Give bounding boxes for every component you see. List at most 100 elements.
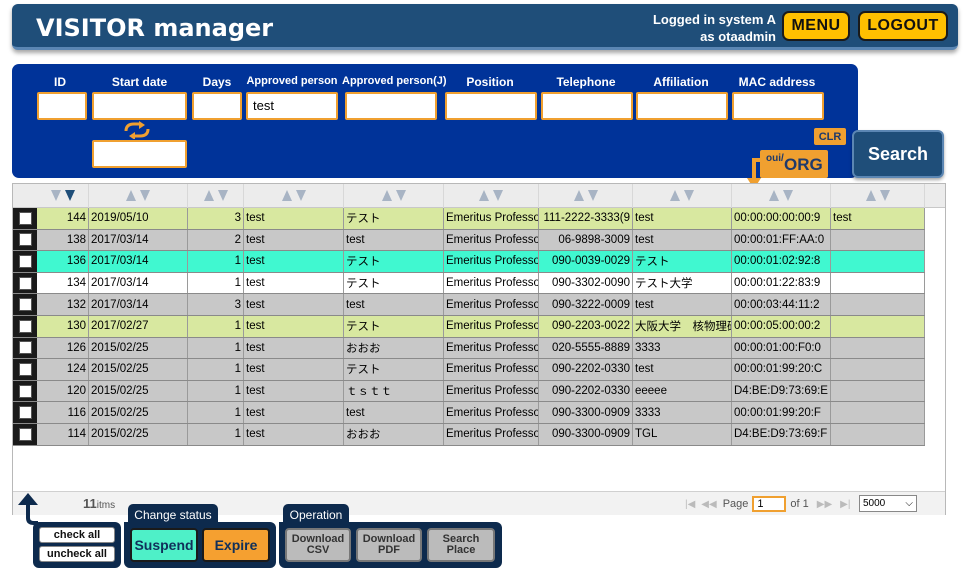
cell-id: 116 [37, 402, 89, 423]
cell-mac-address: D4:BE:D9:73:69:E [732, 380, 831, 402]
filter-label-start-date: Start date [111, 75, 168, 89]
table-row[interactable]: 124 2015/02/25 1 test テスト Emeritus Profe… [13, 359, 925, 381]
table-row[interactable]: 132 2017/03/14 3 test test Emeritus Prof… [13, 294, 925, 316]
page-input[interactable] [752, 496, 787, 512]
cell-approved-person-j: test [344, 294, 444, 315]
cell-days: 1 [188, 359, 244, 380]
app-header: VISITOR manager Logged in system A as ot… [12, 4, 958, 50]
prev-page-icon[interactable]: ◀◀ [701, 499, 716, 510]
cell-id: 124 [37, 359, 89, 380]
days-input[interactable] [192, 92, 242, 120]
id-input[interactable] [37, 92, 87, 120]
pager: |◀ ◀◀ Page of 1 ▶▶ ▶| [685, 496, 850, 512]
row-checkbox[interactable] [18, 341, 32, 355]
filter-label-approved-person: Approved person [246, 75, 338, 87]
cell-approved-person: test [244, 272, 344, 294]
visitor-table: 144 2019/05/10 3 test テスト Emeritus Profe… [12, 183, 946, 515]
table-row[interactable]: 138 2017/03/14 2 test test Emeritus Prof… [13, 229, 925, 252]
table-row[interactable]: 120 2015/02/25 1 test ｔｓｔｔ Emeritus Prof… [13, 380, 925, 403]
cell-telephone: 090-0039-0029 [539, 251, 633, 272]
cell-days: 1 [188, 402, 244, 423]
row-checkbox[interactable] [18, 406, 32, 420]
cell-approved-person: test [244, 380, 344, 402]
position-input[interactable] [445, 92, 537, 120]
table-row[interactable]: 144 2019/05/10 3 test テスト Emeritus Profe… [13, 208, 925, 230]
end-date-input[interactable] [92, 140, 187, 168]
expire-button[interactable]: Expire [202, 528, 270, 562]
sort-days[interactable] [188, 184, 244, 208]
affiliation-input[interactable] [636, 92, 728, 120]
download-csv-button[interactable]: Download CSV [285, 528, 351, 562]
row-checkbox[interactable] [18, 233, 32, 247]
search-button[interactable]: Search [852, 130, 944, 178]
cell-id: 136 [37, 251, 89, 272]
cell-id: 132 [37, 294, 89, 315]
approved-person-j-input[interactable] [345, 92, 437, 120]
table-row[interactable]: 136 2017/03/14 1 test テスト Emeritus Profe… [13, 251, 925, 273]
search-place-button[interactable]: Search Place [427, 528, 495, 562]
cell-start-date: 2019/05/10 [89, 208, 188, 229]
sort-position[interactable] [444, 184, 539, 208]
download-pdf-button[interactable]: Download PDF [356, 528, 422, 562]
row-checkbox[interactable] [18, 362, 32, 376]
item-count-value: 11 [83, 496, 97, 511]
table-row[interactable]: 130 2017/02/27 1 test テスト Emeritus Profe… [13, 316, 925, 338]
cell-mac-address: 00:00:05:00:00:2 [732, 316, 831, 337]
next-page-icon[interactable]: ▶▶ [817, 499, 832, 510]
menu-button[interactable]: MENU [782, 11, 850, 41]
row-checkbox[interactable] [18, 427, 32, 441]
row-checkbox[interactable] [18, 254, 32, 268]
row-checkbox[interactable] [18, 211, 32, 225]
cell-affiliation: test [633, 208, 732, 229]
sort-extra[interactable] [831, 184, 925, 208]
cell-telephone: 090-3300-0909 [539, 402, 633, 423]
cell-days: 1 [188, 251, 244, 272]
cell-position: Emeritus Professor [444, 251, 539, 272]
cell-affiliation: test [633, 229, 732, 251]
sort-id[interactable] [37, 184, 89, 208]
table-row[interactable]: 134 2017/03/14 1 test テスト Emeritus Profe… [13, 272, 925, 295]
sort-icon [670, 190, 694, 201]
table-row[interactable]: 116 2015/02/25 1 test test Emeritus Prof… [13, 402, 925, 424]
row-checkbox[interactable] [18, 384, 32, 398]
start-date-input[interactable] [92, 92, 187, 120]
table-row[interactable]: 126 2015/02/25 1 test おおお Emeritus Profe… [13, 337, 925, 360]
last-page-icon[interactable]: ▶| [840, 499, 850, 510]
cell-id: 120 [37, 380, 89, 402]
table-header [13, 184, 945, 208]
sort-mac-address[interactable] [732, 184, 831, 208]
login-info: Logged in system A as otaadmin [653, 11, 776, 45]
logout-button[interactable]: LOGOUT [858, 11, 948, 41]
cell-telephone: 111-2222-3333(9 [539, 208, 633, 229]
sort-start-date[interactable] [89, 184, 188, 208]
cell-affiliation: テスト [633, 251, 732, 272]
oui-org-button[interactable]: oui/ ORG [760, 150, 828, 178]
row-checkbox[interactable] [18, 319, 32, 333]
telephone-input[interactable] [541, 92, 633, 120]
cell-approved-person-j: おおお [344, 424, 444, 445]
filter-label-days: Days [202, 75, 232, 89]
first-page-icon[interactable]: |◀ [685, 499, 695, 510]
cell-id: 144 [37, 208, 89, 229]
check-all-button[interactable]: check all [39, 527, 115, 543]
cell-start-date: 2017/03/14 [89, 251, 188, 272]
sort-icon [203, 190, 228, 201]
row-checkbox[interactable] [18, 298, 32, 312]
approved-person-input[interactable]: test [246, 92, 338, 120]
sort-approved-person[interactable] [244, 184, 344, 208]
org-label: ORG [784, 155, 823, 174]
table-row[interactable]: 114 2015/02/25 1 test おおお Emeritus Profe… [13, 424, 925, 446]
page-size-select[interactable]: 5000 ⌵ [859, 495, 917, 512]
cell-telephone: 090-3302-0090 [539, 272, 633, 294]
suspend-button[interactable]: Suspend [130, 528, 198, 562]
uncheck-all-button[interactable]: uncheck all [39, 546, 115, 562]
cell-affiliation: テスト大学 [633, 272, 732, 294]
cell-id: 126 [37, 337, 89, 359]
sort-telephone[interactable] [539, 184, 633, 208]
sort-affiliation[interactable] [633, 184, 732, 208]
row-checkbox[interactable] [18, 276, 32, 290]
swap-icon[interactable] [122, 121, 152, 139]
mac-address-input[interactable] [732, 92, 824, 120]
sort-approved-person-j[interactable] [344, 184, 444, 208]
clr-button[interactable]: CLR [814, 128, 846, 145]
